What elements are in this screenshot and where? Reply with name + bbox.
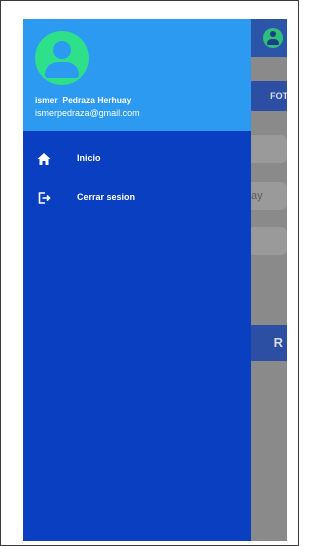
underlay-input-field: [247, 135, 287, 163]
logout-icon: [36, 190, 52, 206]
drawer-item-cerrar-sesion[interactable]: Cerrar sesion: [23, 186, 251, 212]
user-email: ismerpedraza@gmail.com: [35, 108, 140, 118]
device-frame: FOTO ay R ismer Pedraza Herhuay ismerped…: [0, 0, 299, 546]
underlay-input-field: ay: [247, 182, 287, 210]
underlay-save-button: R: [247, 325, 287, 361]
underlay-account-icon: [263, 28, 283, 48]
app-screen: FOTO ay R ismer Pedraza Herhuay ismerped…: [23, 19, 287, 541]
underlay-input-field: [247, 227, 287, 255]
drawer-header: ismer Pedraza Herhuay ismerpedraza@gmail…: [23, 19, 251, 131]
navigation-drawer: ismer Pedraza Herhuay ismerpedraza@gmail…: [23, 19, 251, 541]
drawer-item-inicio[interactable]: Inicio: [23, 147, 251, 173]
drawer-item-label: Inicio: [77, 153, 101, 163]
home-icon: [36, 151, 52, 167]
user-name: ismer Pedraza Herhuay: [35, 95, 132, 105]
profile-avatar-icon: [35, 31, 89, 85]
underlay-photo-button: FOTO: [247, 81, 287, 111]
drawer-item-label: Cerrar sesion: [77, 192, 136, 202]
